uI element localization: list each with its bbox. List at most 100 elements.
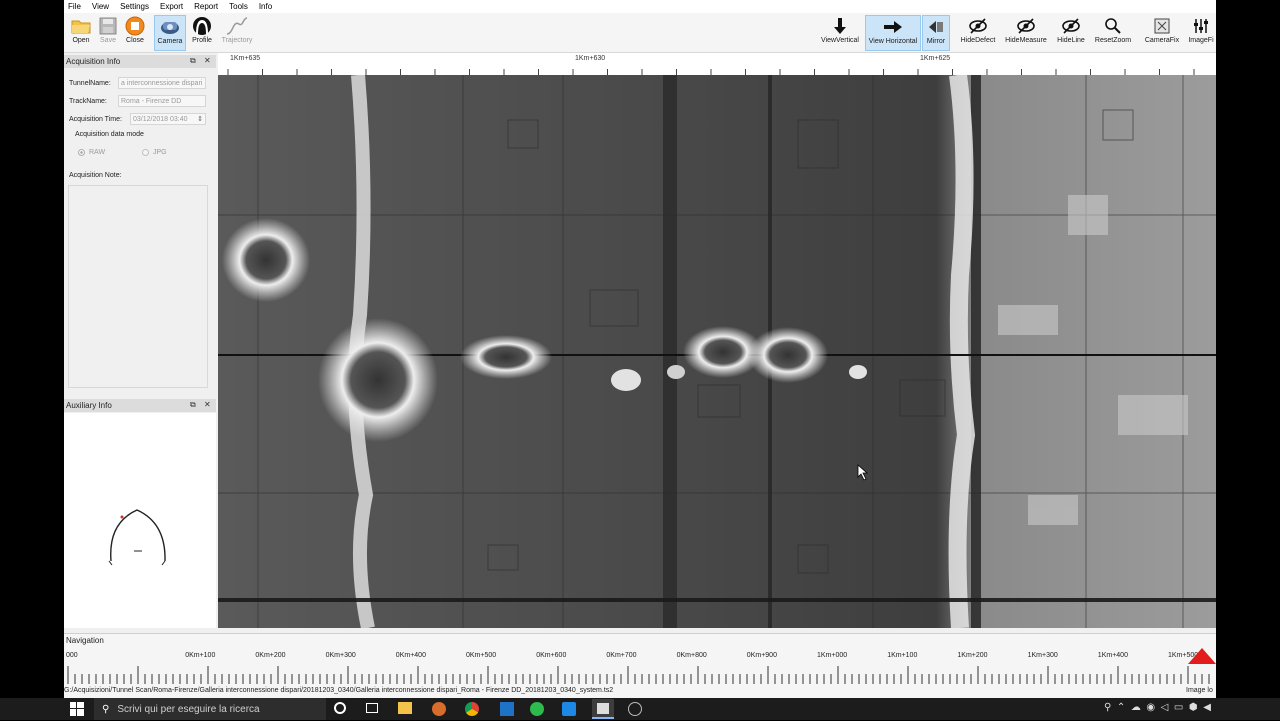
hide-defect-label: HideDefect xyxy=(960,37,996,44)
hide-measure-button[interactable]: HideMeasure xyxy=(1003,15,1049,51)
acquisition-info-title-bar: Acquisition Info ⧉ ✕ xyxy=(64,55,216,68)
tunnel-scan-image[interactable] xyxy=(218,75,1216,628)
cortana-icon[interactable] xyxy=(334,702,346,714)
save-label: Save xyxy=(100,37,116,44)
taskbar-search-box[interactable]: ⚲ Scrivi qui per eseguire la ricerca xyxy=(94,698,326,720)
image-filter-label: ImageFi xyxy=(1188,37,1214,44)
nav-ruler-label: 0Km+100 xyxy=(185,652,215,659)
application-window: File View Settings Export Report Tools Info Op… xyxy=(64,0,1216,698)
panel-close-icon[interactable]: ✕ xyxy=(204,400,211,409)
acquisition-info-title: Acquisition Info xyxy=(66,57,121,66)
app-icon[interactable] xyxy=(562,702,576,716)
close-icon xyxy=(125,15,145,37)
task-view-icon[interactable] xyxy=(366,703,378,713)
hide-line-button[interactable]: HideLine xyxy=(1053,15,1089,51)
image-filter-button[interactable]: ImageFi xyxy=(1186,15,1216,51)
acquisition-note-label: Acquisition Note: xyxy=(69,172,122,179)
jpg-label: JPG xyxy=(153,149,167,156)
nav-ruler-label: 0Km+500 xyxy=(466,652,496,659)
auxiliary-view xyxy=(64,413,216,628)
acquisition-time-label: Acquisition Time: xyxy=(69,116,122,123)
acquisition-mode-label: Acquisition data mode xyxy=(75,131,144,138)
jpg-radio[interactable]: JPG xyxy=(142,149,167,156)
toolbar: Open Save Close Camera Profile Trajector… xyxy=(64,13,1216,53)
nav-ruler-label: 1Km+300 xyxy=(1028,652,1058,659)
trajectory-button[interactable]: Trajectory xyxy=(219,15,255,51)
menu-settings[interactable]: Settings xyxy=(120,2,149,11)
acquisition-note-textarea[interactable] xyxy=(68,185,208,388)
hide-measure-label: HideMeasure xyxy=(1005,37,1047,44)
whatsapp-icon[interactable] xyxy=(530,702,544,716)
menu-info[interactable]: Info xyxy=(259,2,272,11)
camera-fix-button[interactable]: CameraFix xyxy=(1142,15,1182,51)
app-icon[interactable] xyxy=(432,702,446,716)
view-vertical-button[interactable]: ViewVertical xyxy=(819,15,861,51)
profile-icon xyxy=(191,15,213,37)
chrome-icon[interactable] xyxy=(465,702,479,716)
raw-radio[interactable]: RAW xyxy=(78,149,105,156)
tunnel-name-label: TunnelName: xyxy=(69,80,111,87)
navigation-title: Navigation xyxy=(66,636,104,645)
distance-ruler-top: 1Km+635 1Km+630 1Km+625 xyxy=(218,53,1216,75)
float-icon[interactable]: ⧉ xyxy=(190,400,196,410)
app-icon[interactable] xyxy=(500,702,514,716)
mirror-label: Mirror xyxy=(926,38,946,45)
spin-arrows-icon[interactable]: ⇕ xyxy=(197,114,203,124)
tunnel-name-field[interactable]: a interconnessione dispari xyxy=(118,77,206,89)
windows-start-icon[interactable] xyxy=(70,702,84,721)
hide-line-label: HideLine xyxy=(1057,37,1085,44)
mirror-button[interactable]: Mirror xyxy=(922,15,950,51)
position-marker-icon[interactable] xyxy=(1188,648,1216,664)
camera-button[interactable]: Camera xyxy=(154,15,186,51)
nav-ruler-label: 0Km+900 xyxy=(747,652,777,659)
auxiliary-info-panel: Auxiliary Info ⧉ ✕ xyxy=(64,399,216,629)
menu-tools[interactable]: Tools xyxy=(229,2,248,11)
mirror-icon xyxy=(927,16,945,38)
track-name-field[interactable]: Roma - Firenze DD xyxy=(118,95,206,107)
ruler-label: 1Km+630 xyxy=(575,55,606,62)
file-explorer-icon[interactable] xyxy=(398,702,412,714)
file-path-status: G:/Acquisizioni/Tunnel Scan/Roma-Firenze… xyxy=(64,687,614,694)
profile-button[interactable]: Profile xyxy=(189,15,215,51)
app-icon[interactable] xyxy=(628,702,642,716)
save-icon xyxy=(99,15,117,37)
search-icon: ⚲ xyxy=(102,703,110,715)
ruler-label: 1Km+635 xyxy=(230,55,261,62)
nav-ruler-label: 1Km+100 xyxy=(887,652,917,659)
view-horizontal-button[interactable]: View Horizontal xyxy=(865,15,921,51)
menu-file[interactable]: File xyxy=(68,2,81,11)
panel-close-icon[interactable]: ✕ xyxy=(204,56,211,65)
close-button[interactable]: Close xyxy=(122,15,148,51)
reset-zoom-button[interactable]: ResetZoom xyxy=(1090,15,1136,51)
auxiliary-info-title: Auxiliary Info xyxy=(66,401,112,410)
nav-ruler-label: 0Km+800 xyxy=(677,652,707,659)
save-button[interactable]: Save xyxy=(96,15,120,51)
reset-zoom-label: ResetZoom xyxy=(1094,37,1132,44)
acquisition-time-field[interactable]: 03/12/2018 03:40 ⇕ xyxy=(130,113,206,125)
nav-ruler-label: 1Km+200 xyxy=(957,652,987,659)
acquisition-time-value: 03/12/2018 03:40 xyxy=(133,116,188,123)
nav-ruler-label: 0Km+400 xyxy=(396,652,426,659)
navigation-ticks: 000 0Km+100 0Km+200 0Km+300 0Km+400 0Km+500 0K… xyxy=(66,652,1210,684)
menu-export[interactable]: Export xyxy=(160,2,183,11)
tunnel-profile-gauge-icon xyxy=(108,509,166,566)
camera-icon xyxy=(159,16,181,38)
menu-report[interactable]: Report xyxy=(194,2,218,11)
arrow-right-icon xyxy=(883,16,903,38)
trajectory-label: Trajectory xyxy=(221,37,253,44)
menu-view[interactable]: View xyxy=(92,2,109,11)
navigation-ruler[interactable]: 000 0Km+100 0Km+200 0Km+300 0Km+400 0Km+500 0K… xyxy=(64,648,1216,688)
active-app-icon[interactable] xyxy=(592,699,614,719)
system-tray-icons[interactable]: ⚲ ⌃ ☁ ◉ ◁ ▭ ⬢ ◀ xyxy=(1104,702,1211,713)
eye-slash-icon xyxy=(968,15,988,37)
ruler-label: 1Km+625 xyxy=(920,55,951,62)
eye-slash-icon xyxy=(1061,15,1081,37)
nav-ruler-label: 000 xyxy=(66,652,78,659)
open-button[interactable]: Open xyxy=(68,15,94,51)
search-placeholder: Scrivi qui per eseguire la ricerca xyxy=(117,703,260,715)
hide-defect-button[interactable]: HideDefect xyxy=(957,15,999,51)
float-icon[interactable]: ⧉ xyxy=(190,56,196,66)
view-vertical-label: ViewVertical xyxy=(820,37,859,44)
track-name-label: TrackName: xyxy=(69,98,107,105)
navigation-panel: Navigation 000 0Km+100 0Km+200 0Km+300 0Km+4… xyxy=(64,633,1216,698)
